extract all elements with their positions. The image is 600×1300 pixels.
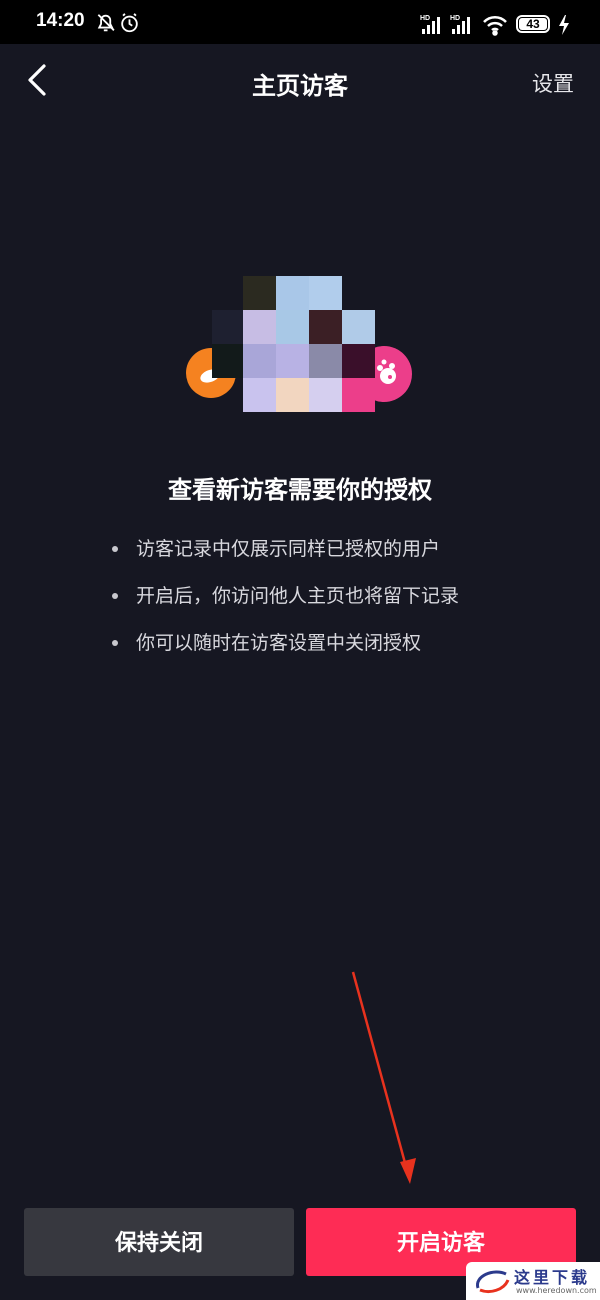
watermark-logo-icon [476, 1270, 510, 1294]
hd-label-2: HD [450, 15, 460, 22]
status-left-icons [97, 13, 138, 33]
authorization-headline: 查看新访客需要你的授权 [168, 476, 432, 504]
pixelated-avatar [212, 276, 376, 416]
battery-level: 43 [526, 17, 540, 31]
settings-link[interactable]: 设置 [532, 68, 574, 98]
list-item-text: 访客记录中仅展示同样已授权的用户 [136, 538, 441, 560]
status-time: 14:20 [36, 10, 85, 31]
site-watermark: 这里下载 www.heredown.com [466, 1262, 600, 1300]
list-item: 开启后，你访问他人主页也将留下记录 [112, 581, 459, 628]
charging-icon [559, 15, 569, 35]
info-list: 访客记录中仅展示同样已授权的用户 开启后，你访问他人主页也将留下记录 你可以随时… [112, 534, 459, 675]
annotation-arrow-icon [351, 971, 416, 1184]
list-item-text: 开启后，你访问他人主页也将留下记录 [136, 585, 460, 607]
visitor-illustration [186, 272, 414, 416]
list-item: 你可以随时在访客设置中关闭授权 [112, 628, 459, 675]
mute-bell-icon [97, 14, 115, 32]
battery-icon: 43 [516, 15, 550, 33]
nav-bar: 主页访客 设置 [0, 44, 600, 116]
alarm-icon [121, 13, 138, 33]
list-item: 访客记录中仅展示同样已授权的用户 [112, 534, 459, 581]
watermark-url: www.heredown.com [516, 1286, 597, 1295]
hd-label-1: HD [420, 15, 430, 22]
page-title: 主页访客 [252, 72, 348, 100]
wifi-icon [483, 15, 507, 36]
bullet-dot-icon [112, 593, 118, 599]
status-right-icons: HD HD [420, 15, 507, 36]
status-bar: 14:20 HD HD 43 [0, 0, 600, 44]
bullet-dot-icon [112, 640, 118, 646]
bullet-dot-icon [112, 546, 118, 552]
watermark-text: 这里下载 [514, 1268, 591, 1287]
keep-closed-button[interactable]: 保持关闭 [24, 1208, 294, 1276]
list-item-text: 你可以随时在访客设置中关闭授权 [136, 632, 422, 654]
